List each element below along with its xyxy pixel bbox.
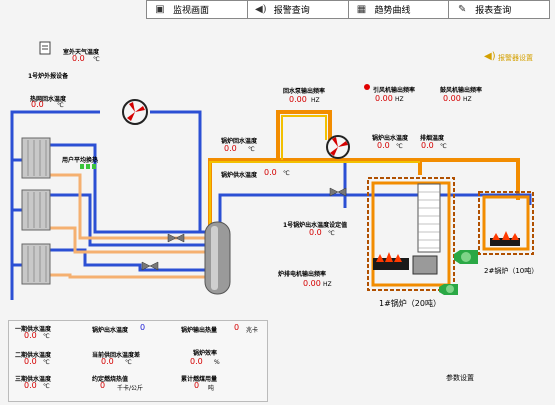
grate-unit: HZ bbox=[323, 281, 332, 288]
user-avg-label: 用户平均换热 bbox=[62, 157, 99, 164]
boiler-out-unit: ℃ bbox=[396, 143, 403, 150]
fuel-heat-value: 0 bbox=[100, 381, 106, 390]
induced-fan-unit: HZ bbox=[395, 96, 404, 103]
fuel-heat-label: 约定燃烧热值 bbox=[92, 376, 129, 383]
params-settings-button[interactable]: 参数设置 bbox=[446, 373, 474, 383]
return-pump-unit: HZ bbox=[311, 97, 320, 104]
flue-temp-value: 0.0 bbox=[421, 141, 434, 150]
efficiency-label: 锅炉效率 bbox=[193, 350, 218, 357]
blower-fan-label: 鼓风机输出频率 bbox=[440, 87, 483, 94]
p1-supply-value: 0.0 bbox=[24, 331, 37, 340]
out-temp-label: 锅炉出水温度 bbox=[92, 327, 129, 334]
p2-supply-value: 0.0 bbox=[24, 357, 37, 366]
cur-return-unit: ℃ bbox=[125, 359, 132, 366]
alarm-settings-link[interactable]: 报警器设置 bbox=[498, 53, 533, 63]
station-label: 1号炉外报设备 bbox=[28, 73, 69, 80]
flue-temp-unit: ℃ bbox=[440, 143, 447, 150]
boiler-return-value: 0.0 bbox=[224, 144, 237, 153]
setpoint-unit: ℃ bbox=[328, 230, 335, 237]
blower-fan-unit: HZ bbox=[463, 96, 472, 103]
heat-return-value: 0.0 bbox=[31, 100, 44, 109]
out-temp-value: 0 bbox=[140, 323, 146, 332]
setpoint-value[interactable]: 0.0 bbox=[309, 228, 322, 237]
boiler-supply-unit: ℃ bbox=[283, 170, 290, 177]
efficiency-unit: % bbox=[214, 359, 220, 366]
boiler-out-value: 0.0 bbox=[377, 141, 390, 150]
boiler2-label: 2#锅炉（10吨） bbox=[484, 267, 539, 275]
boiler-supply-value: 0.0 bbox=[264, 168, 277, 177]
fuel-heat-unit: 千卡/公斤 bbox=[117, 385, 144, 392]
boiler-return-unit: ℃ bbox=[248, 146, 255, 153]
cur-return-label: 当前供回水温度差 bbox=[92, 352, 141, 359]
p3-supply-value: 0.0 bbox=[24, 381, 37, 390]
heat-out-unit: 兆卡 bbox=[246, 327, 259, 334]
grate-label: 炉排电机输出频率 bbox=[278, 271, 327, 278]
boiler1-label: 1#锅炉（20吨） bbox=[379, 299, 441, 308]
induced-fan-value: 0.00 bbox=[375, 94, 393, 103]
p2-supply-unit: ℃ bbox=[43, 359, 50, 366]
cur-return-value: 0.0 bbox=[101, 357, 114, 366]
efficiency-value: 0.0 bbox=[190, 357, 203, 366]
p1-supply-unit: ℃ bbox=[43, 333, 50, 340]
induced-fan-label: 引风机输出频率 bbox=[373, 87, 416, 94]
boiler-supply-label: 锅炉供水温度 bbox=[221, 172, 258, 179]
outdoor-temp-unit: ℃ bbox=[93, 56, 100, 63]
heat-out-value: 0 bbox=[234, 323, 240, 332]
fuel-total-unit: 吨 bbox=[208, 385, 215, 392]
grate-value: 0.00 bbox=[303, 279, 321, 288]
blower-fan-value: 0.00 bbox=[443, 94, 461, 103]
return-pump-label: 回水泵输出频率 bbox=[283, 88, 326, 95]
heat-return-unit: ℃ bbox=[57, 102, 64, 109]
outdoor-temp-value: 0.0 bbox=[72, 54, 85, 63]
alarm-speaker-icon: ◀) bbox=[484, 51, 496, 62]
fuel-total-value: 0 bbox=[194, 381, 200, 390]
fan-icon bbox=[439, 250, 478, 295]
heat-out-label: 锅炉输出热量 bbox=[181, 327, 218, 334]
return-pump-value: 0.00 bbox=[289, 95, 307, 104]
p3-supply-unit: ℃ bbox=[43, 383, 50, 390]
